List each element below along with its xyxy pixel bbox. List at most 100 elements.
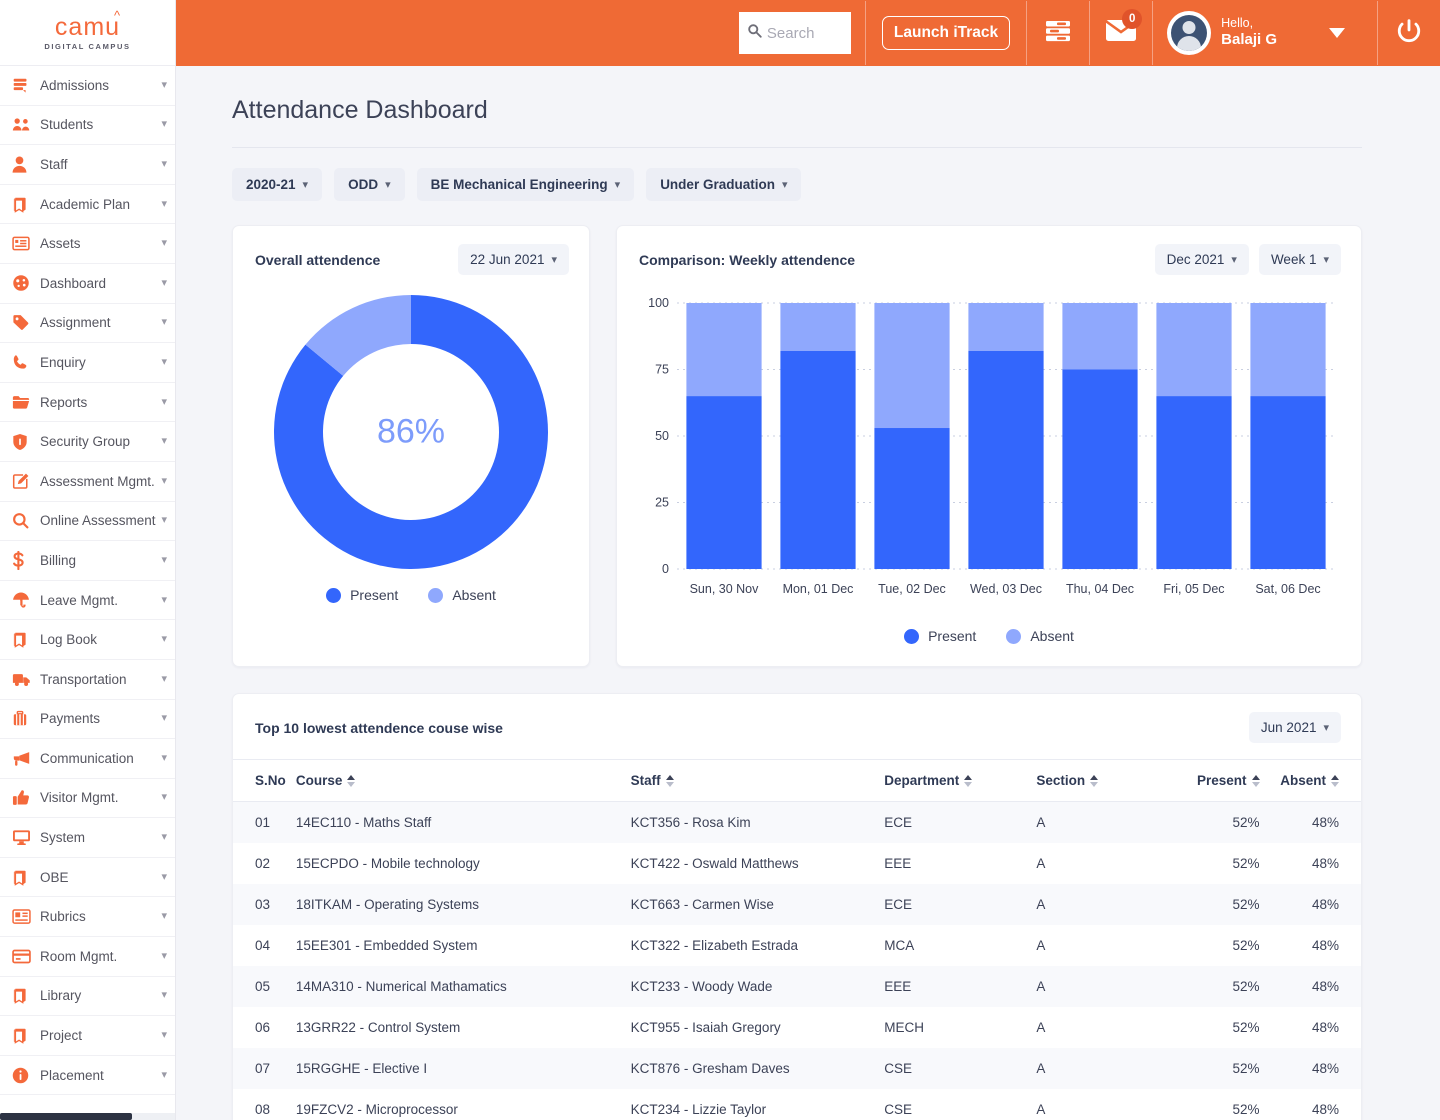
logout-button[interactable]	[1378, 0, 1440, 66]
chevron-down-icon[interactable]: ▾	[161, 911, 167, 922]
chevron-down-icon[interactable]: ▾	[161, 634, 167, 645]
chevron-down-icon[interactable]: ▾	[161, 1030, 167, 1041]
sidebar-item-obe[interactable]: OBE▾	[0, 858, 175, 898]
donut-legend-item-present[interactable]: Present	[326, 587, 398, 603]
table-month-filter[interactable]: Jun 2021 ▾	[1249, 712, 1341, 743]
sidebar-item-visitor-mgmt[interactable]: Visitor Mgmt.▾	[0, 779, 175, 819]
sidebar-item-payments[interactable]: Payments▾	[0, 700, 175, 740]
sidebar-item-reports[interactable]: Reports▾	[0, 383, 175, 423]
filter-dropdown-1[interactable]: ODD▾	[334, 168, 405, 201]
sort-arrows-icon[interactable]	[347, 775, 355, 787]
column-header-course[interactable]: Course	[296, 760, 631, 802]
sort-arrows-icon[interactable]	[1252, 775, 1260, 787]
sidebar-item-assessment-mgmt[interactable]: Assessment Mgmt.▾	[0, 462, 175, 502]
sidebar-item-library[interactable]: Library▾	[0, 977, 175, 1017]
bar-legend-item-absent[interactable]: Absent	[1006, 628, 1074, 644]
chevron-down-icon[interactable]: ▾	[161, 238, 167, 249]
donut-date-filter[interactable]: 22 Jun 2021 ▾	[458, 244, 569, 275]
sidebar-item-enquiry[interactable]: Enquiry▾	[0, 343, 175, 383]
table-row[interactable]: 0318ITKAM - Operating SystemsKCT663 - Ca…	[233, 884, 1361, 925]
table-row[interactable]: 0613GRR22 - Control SystemKCT955 - Isaia…	[233, 1007, 1361, 1048]
cell-dept: ECE	[884, 884, 1036, 925]
chevron-down-icon[interactable]: ▾	[161, 1070, 167, 1081]
chevron-down-icon[interactable]: ▾	[161, 317, 167, 328]
chevron-down-icon[interactable]: ▾	[161, 951, 167, 962]
brand-logo[interactable]: camu ^ DIGITAL CAMPUS	[0, 0, 175, 66]
chevron-down-icon[interactable]: ▾	[161, 753, 167, 764]
sidebar-item-communication[interactable]: Communication▾	[0, 739, 175, 779]
search-input[interactable]	[767, 25, 847, 42]
cell-section: A	[1036, 802, 1148, 844]
chevron-down-icon[interactable]: ▾	[161, 674, 167, 685]
launch-itrack-button[interactable]: Launch iTrack	[882, 16, 1010, 50]
chevron-down-icon[interactable]: ▾	[161, 278, 167, 289]
filter-dropdown-3[interactable]: Under Graduation▾	[646, 168, 801, 201]
sidebar-item-dashboard[interactable]: Dashboard▾	[0, 264, 175, 304]
sidebar-item-billing[interactable]: Billing▾	[0, 541, 175, 581]
donut-legend-item-absent[interactable]: Absent	[428, 587, 496, 603]
search-box[interactable]	[739, 12, 851, 54]
sidebar-item-project[interactable]: Project▾	[0, 1016, 175, 1056]
column-header-staff[interactable]: Staff	[631, 760, 885, 802]
sort-arrows-icon[interactable]	[1090, 775, 1098, 787]
sort-arrows-icon[interactable]	[666, 775, 674, 787]
chevron-down-icon[interactable]: ▾	[161, 872, 167, 883]
chevron-down-icon[interactable]: ▾	[161, 476, 167, 487]
sidebar-item-academic-plan[interactable]: Academic Plan▾	[0, 185, 175, 225]
column-header-present[interactable]: Present	[1148, 760, 1260, 802]
bar-month-filter[interactable]: Dec 2021 ▾	[1155, 244, 1249, 275]
sort-arrows-icon[interactable]	[1331, 775, 1339, 787]
chevron-down-icon[interactable]: ▾	[161, 555, 167, 566]
chevron-down-icon[interactable]: ▾	[161, 832, 167, 843]
chevron-down-icon[interactable]: ▾	[161, 159, 167, 170]
filter-dropdown-2[interactable]: BE Mechanical Engineering▾	[417, 168, 635, 201]
chevron-down-icon[interactable]: ▾	[161, 713, 167, 724]
table-row[interactable]: 0415EE301 - Embedded SystemKCT322 - Eliz…	[233, 925, 1361, 966]
column-header-department[interactable]: Department	[884, 760, 1036, 802]
sort-arrows-icon[interactable]	[964, 775, 972, 787]
sidebar-item-log-book[interactable]: Log Book▾	[0, 620, 175, 660]
table-row[interactable]: 0215ECPDO - Mobile technologyKCT422 - Os…	[233, 843, 1361, 884]
chevron-down-icon[interactable]: ▾	[161, 80, 167, 91]
sidebar-item-assets[interactable]: Assets▾	[0, 224, 175, 264]
table-row[interactable]: 0819FZCV2 - MicroprocessorKCT234 - Lizzi…	[233, 1089, 1361, 1120]
sidebar-item-security-group[interactable]: Security Group▾	[0, 422, 175, 462]
bar-legend-item-present[interactable]: Present	[904, 628, 976, 644]
chevron-down-icon[interactable]: ▾	[161, 436, 167, 447]
sidebar-item-admissions[interactable]: Admissions▾	[0, 66, 175, 106]
donut-center-value: 86%	[274, 413, 548, 452]
table-row[interactable]: 0514MA310 - Numerical MathamaticsKCT233 …	[233, 966, 1361, 1007]
chevron-down-icon[interactable]: ▾	[161, 595, 167, 606]
chevron-down-icon[interactable]: ▾	[161, 199, 167, 210]
chevron-down-icon[interactable]: ▾	[161, 357, 167, 368]
sidebar-item-online-assessment[interactable]: Online Assessment▾	[0, 502, 175, 542]
chevron-down-icon[interactable]: ▾	[161, 792, 167, 803]
chevron-down-icon[interactable]: ▾	[161, 990, 167, 1001]
filter-dropdown-0[interactable]: 2020-21▾	[232, 168, 322, 201]
column-header-absent[interactable]: Absent	[1260, 760, 1361, 802]
sidebar-item-rubrics[interactable]: Rubrics▾	[0, 897, 175, 937]
sidebar-item-placement[interactable]: Placement▾	[0, 1056, 175, 1096]
user-menu[interactable]: Hello, Balaji G	[1153, 0, 1377, 66]
sidebar-item-assignment[interactable]: Assignment▾	[0, 304, 175, 344]
sidebar-item-staff[interactable]: Staff▾	[0, 145, 175, 185]
sidebar-item-students[interactable]: Students▾	[0, 106, 175, 146]
chevron-down-icon[interactable]: ▾	[161, 397, 167, 408]
chevron-down-icon[interactable]	[1329, 28, 1345, 38]
chevron-down-icon[interactable]: ▾	[161, 515, 167, 526]
table-row[interactable]: 0715RGGHE - Elective IKCT876 - Gresham D…	[233, 1048, 1361, 1089]
sidebar-horizontal-scrollbar[interactable]	[0, 1113, 176, 1120]
bar-week-filter[interactable]: Week 1 ▾	[1259, 244, 1341, 275]
umbrella-icon	[12, 591, 34, 609]
sidebar-item-system[interactable]: System▾	[0, 818, 175, 858]
sidebar-item-transportation[interactable]: Transportation▾	[0, 660, 175, 700]
chevron-down-icon[interactable]: ▾	[161, 119, 167, 130]
cell-section: A	[1036, 1089, 1148, 1120]
sidebar-item-room-mgmt[interactable]: Room Mgmt.▾	[0, 937, 175, 977]
messages-button[interactable]: 0	[1090, 0, 1152, 66]
column-header-section[interactable]: Section	[1036, 760, 1148, 802]
cell-sno: 07	[233, 1048, 296, 1089]
sidebar-item-leave-mgmt[interactable]: Leave Mgmt.▾	[0, 581, 175, 621]
table-row[interactable]: 0114EC110 - Maths StaffKCT356 - Rosa Kim…	[233, 802, 1361, 844]
menu-list-button[interactable]	[1027, 0, 1089, 66]
